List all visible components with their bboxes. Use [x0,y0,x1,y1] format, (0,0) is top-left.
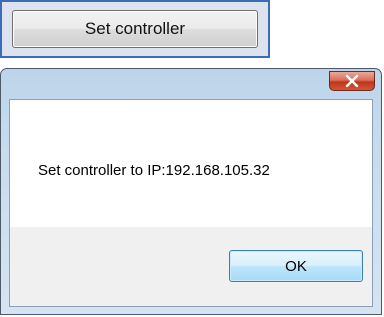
set-controller-button-focus-frame: Set controller [0,0,270,58]
message-dialog: Set controller to IP:192.168.105.32 OK [0,68,382,315]
ok-button[interactable]: OK [229,250,363,282]
set-controller-button[interactable]: Set controller [12,10,258,48]
dialog-client-area: Set controller to IP:192.168.105.32 OK [9,99,373,307]
dialog-titlebar[interactable] [1,69,381,99]
dialog-message-area: Set controller to IP:192.168.105.32 [10,100,372,227]
dialog-close-button[interactable] [329,71,375,91]
screen: Set controller Set controller to IP:192.… [0,0,384,317]
dialog-message-text: Set controller to IP:192.168.105.32 [38,162,270,179]
close-x-icon [345,75,359,87]
